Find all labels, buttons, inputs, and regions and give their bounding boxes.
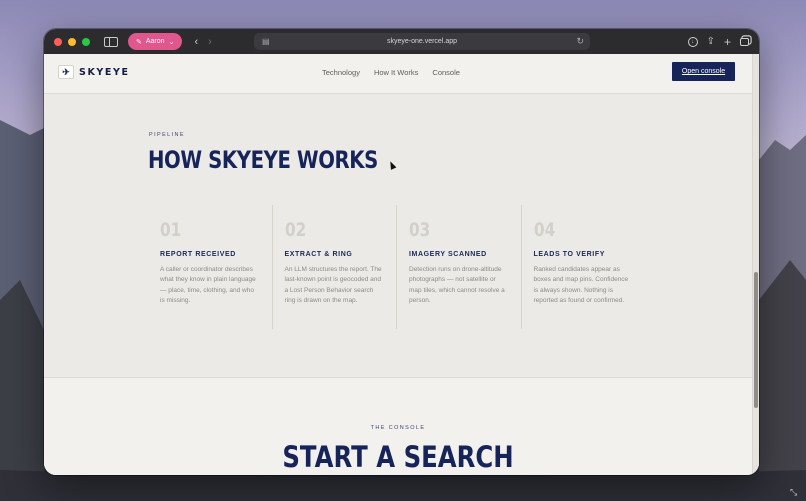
step-title: EXTRACT & RING <box>284 251 353 258</box>
section-eyebrow: PIPELINE <box>149 132 185 138</box>
step-title: LEADS TO VERIFY <box>533 251 605 258</box>
logo-mark-icon: ✈ <box>58 65 74 79</box>
scrollbar-thumb[interactable] <box>754 272 758 408</box>
pipeline-section: PIPELINE HOW SKYEYE WORKS 01 REPORT RECE… <box>44 94 752 377</box>
console-section: THE CONSOLE START A SEARCH <box>44 377 752 475</box>
page-icon[interactable]: ▤ <box>262 37 270 46</box>
section-headline: HOW SKYEYE WORKS <box>148 146 378 174</box>
step-description: A caller or coordinator describes what t… <box>160 266 256 305</box>
step-description: Detection runs on drone-altitude photogr… <box>409 266 505 305</box>
close-window-button[interactable] <box>54 37 62 46</box>
minimize-window-button[interactable] <box>68 37 76 46</box>
address-bar[interactable]: ▤ skyeye-one.vercel.app ↻ <box>254 33 590 50</box>
brand-name: SKYEYE <box>79 66 130 78</box>
section-eyebrow: THE CONSOLE <box>370 425 426 431</box>
sidebar-toggle-icon[interactable] <box>104 36 118 47</box>
step-description: Ranked candidates appear as boxes and ma… <box>533 266 629 305</box>
url-text: skyeye-one.vercel.app <box>386 38 458 45</box>
back-arrow-icon[interactable]: ‹ <box>194 36 198 48</box>
toolbar-actions: ↓ ⇪ + <box>687 29 749 54</box>
pipeline-steps: 01 REPORT RECEIVED A caller or coordinat… <box>148 205 646 329</box>
step-title: REPORT RECEIVED <box>160 251 236 258</box>
history-navigation: ‹ › <box>194 36 211 48</box>
share-icon[interactable]: ⇪ <box>707 36 715 47</box>
expand-icon[interactable]: ⤡ <box>790 487 797 498</box>
step-card: 04 LEADS TO VERIFY Ranked candidates app… <box>522 205 647 329</box>
step-card: 03 IMAGERY SCANNED Detection runs on dro… <box>397 205 522 329</box>
profile-label: Aaron <box>145 38 165 45</box>
reload-icon[interactable]: ↻ <box>576 36 584 47</box>
step-card: 02 EXTRACT & RING An LLM structures the … <box>273 205 397 329</box>
browser-window: ✎ Aaron ⌄ ‹ › ▤ skyeye-one.vercel.app ↻ … <box>44 29 759 475</box>
forward-arrow-icon[interactable]: › <box>208 36 212 48</box>
site-header: ✈ SKYEYE Technology How It Works Console… <box>44 54 752 94</box>
step-card: 01 REPORT RECEIVED A caller or coordinat… <box>148 205 273 329</box>
step-number: 04 <box>533 219 555 241</box>
step-number: 03 <box>409 219 431 241</box>
nav-link-technology[interactable]: Technology <box>322 68 360 77</box>
step-number: 02 <box>284 219 306 241</box>
site-logo[interactable]: ✈ SKYEYE <box>58 65 130 79</box>
step-description: An LLM structures the report. The last-k… <box>284 266 382 305</box>
window-controls <box>54 37 90 46</box>
web-page: ✈ SKYEYE Technology How It Works Console… <box>44 54 759 475</box>
download-icon[interactable]: ↓ <box>687 36 698 47</box>
main-nav: Technology How It Works Console <box>322 68 460 77</box>
profile-button[interactable]: ✎ Aaron ⌄ <box>128 33 183 50</box>
step-title: IMAGERY SCANNED <box>409 251 487 258</box>
zoom-window-button[interactable] <box>82 37 90 46</box>
new-tab-icon[interactable]: + <box>724 35 731 49</box>
browser-toolbar: ✎ Aaron ⌄ ‹ › ▤ skyeye-one.vercel.app ↻ … <box>44 29 759 54</box>
page-scrollbar[interactable] <box>752 54 759 475</box>
step-number: 01 <box>160 219 182 241</box>
open-console-button[interactable]: Open console <box>672 62 735 81</box>
tabs-overview-icon[interactable] <box>740 37 749 46</box>
nav-link-console[interactable]: Console <box>432 68 460 77</box>
nav-link-how-it-works[interactable]: How It Works <box>374 68 418 77</box>
chevron-down-icon: ⌄ <box>168 38 175 46</box>
wand-icon: ✎ <box>136 38 142 46</box>
section-headline: START A SEARCH <box>282 440 514 474</box>
